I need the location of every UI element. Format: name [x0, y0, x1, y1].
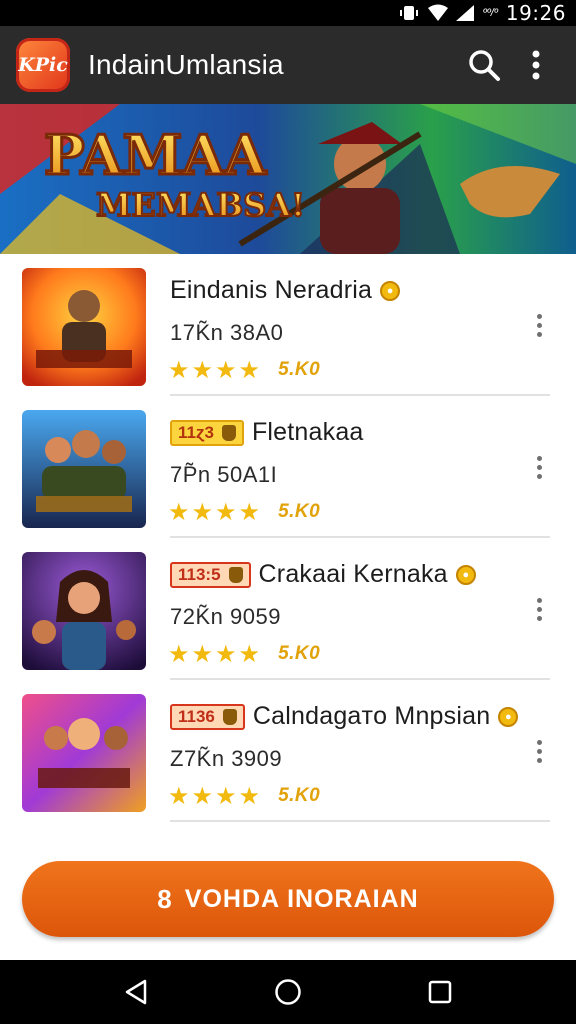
status-bar: ºº/º 19:26 [0, 0, 576, 26]
app-title: Fletnakaa [251, 418, 364, 446]
banner-title-2: MEMABSA! [96, 186, 305, 224]
wifi-icon [427, 4, 448, 22]
item-menu-button[interactable] [524, 310, 554, 340]
app-title: Eindanis Neradria [170, 276, 373, 304]
app-thumbnail[interactable] [22, 694, 146, 812]
bag-icon [221, 424, 236, 441]
item-menu-button[interactable] [524, 736, 554, 766]
recents-square-icon [428, 980, 452, 1004]
app-title: Calndagaᴛo Mnpsian [252, 702, 491, 730]
star-icon: ★ [215, 782, 237, 810]
app-stats: 17K̃n 38A0 [170, 320, 284, 345]
system-nav-bar [0, 960, 576, 1024]
item-menu-button[interactable] [524, 452, 554, 482]
banner-artwork: PAMAA MEMABSA! [0, 104, 576, 254]
star-icon: ★ [191, 356, 214, 384]
star-icon: ★ [238, 782, 261, 810]
more-vertical-icon [532, 50, 540, 80]
rank-tag-value: 11ɀ3 [178, 422, 214, 442]
more-vertical-icon [536, 739, 542, 745]
cta-label: VOHDA INORAIAN [184, 884, 419, 913]
nav-recents-button[interactable] [410, 964, 470, 1020]
banner-title-1: PAMAA [44, 123, 267, 187]
star-icon: ★ [191, 498, 214, 526]
app-list: Eindanis Neradria ● 17K̃n 38A0 ★ ★ ★ ★ 5… [0, 254, 576, 822]
signal-icon [455, 4, 475, 22]
overflow-menu-button[interactable] [510, 39, 562, 91]
rating-text: 5.K0 [278, 501, 321, 522]
cta-icon: 8 [157, 883, 173, 914]
app-logo[interactable]: KPic [16, 38, 70, 92]
status-time: 19:26 [505, 1, 566, 25]
app-title: Crakaai Kernaka [258, 560, 448, 588]
star-icon: ★ [215, 640, 237, 668]
rating: ★ ★ ★ ★ 5.K0 [168, 500, 320, 524]
network-label: ºº/º [482, 7, 498, 19]
app-stats: Z7K̃n 3909 [170, 746, 283, 771]
star-icon: ★ [168, 356, 190, 384]
more-vertical-icon [536, 455, 542, 461]
app-title: IndainUmlansia [88, 49, 284, 80]
more-vertical-icon [536, 313, 542, 319]
star-icon: ★ [238, 356, 261, 384]
app-thumbnail[interactable] [22, 410, 146, 528]
item-menu-button[interactable] [524, 594, 554, 624]
nav-back-button[interactable] [106, 964, 166, 1020]
rank-tag-value: 1136 [178, 706, 215, 726]
list-item[interactable]: 11ɀ3 Fletnakaa 7P̃n 50A1I ★ ★ ★ ★ 5.K0 [0, 396, 576, 538]
list-item[interactable]: 113:5 Crakaai Kernaka ● 72K̃n 9059 ★ ★ ★… [0, 538, 576, 680]
rating: ★ ★ ★ ★ 5.K0 [168, 784, 320, 808]
star-icon: ★ [191, 640, 214, 668]
home-circle-icon [275, 979, 301, 1005]
coin-badge-icon: ● [455, 564, 476, 585]
rating: ★ ★ ★ ★ 5.K0 [168, 642, 320, 666]
coin-badge-icon: ● [380, 280, 401, 301]
app-stats: 7P̃n 50A1I [170, 462, 278, 487]
back-triangle-icon [125, 979, 147, 1005]
bag-icon [222, 708, 237, 725]
rank-tag: 11ɀ3 [170, 419, 244, 446]
star-icon: ★ [168, 498, 190, 526]
rating-text: 5.K0 [278, 359, 321, 380]
search-button[interactable] [458, 39, 510, 91]
vibrate-icon [399, 4, 419, 22]
rank-tag: 113:5 [170, 561, 251, 588]
app-thumbnail[interactable] [22, 268, 146, 386]
star-icon: ★ [168, 782, 190, 810]
rating: ★ ★ ★ ★ 5.K0 [168, 358, 320, 382]
app-thumbnail[interactable] [22, 552, 146, 670]
rank-tag: 1136 [170, 703, 245, 730]
rating-text: 5.K0 [278, 643, 321, 664]
search-icon [469, 50, 500, 81]
list-item[interactable]: Eindanis Neradria ● 17K̃n 38A0 ★ ★ ★ ★ 5… [0, 254, 576, 396]
list-item[interactable]: 1136 Calndagaᴛo Mnpsian ● Z7K̃n 3909 ★ ★… [0, 680, 576, 822]
app-bar: KPic IndainUmlansia [0, 26, 576, 104]
rating-text: 5.K0 [278, 785, 321, 806]
more-vertical-icon [536, 597, 542, 603]
star-icon: ★ [191, 782, 214, 810]
app-stats: 72K̃n 9059 [170, 604, 281, 629]
star-icon: ★ [215, 498, 237, 526]
star-icon: ★ [238, 498, 261, 526]
divider [170, 820, 550, 822]
primary-cta-button[interactable]: 8 VOHDA INORAIAN [22, 861, 554, 937]
nav-home-button[interactable] [258, 964, 318, 1020]
star-icon: ★ [215, 356, 237, 384]
star-icon: ★ [168, 640, 190, 668]
bag-icon [228, 566, 243, 583]
coin-badge-icon: ● [498, 706, 519, 727]
rank-tag-value: 113:5 [178, 564, 221, 584]
promo-banner[interactable]: PAMAA MEMABSA! [0, 104, 576, 254]
star-icon: ★ [238, 640, 261, 668]
